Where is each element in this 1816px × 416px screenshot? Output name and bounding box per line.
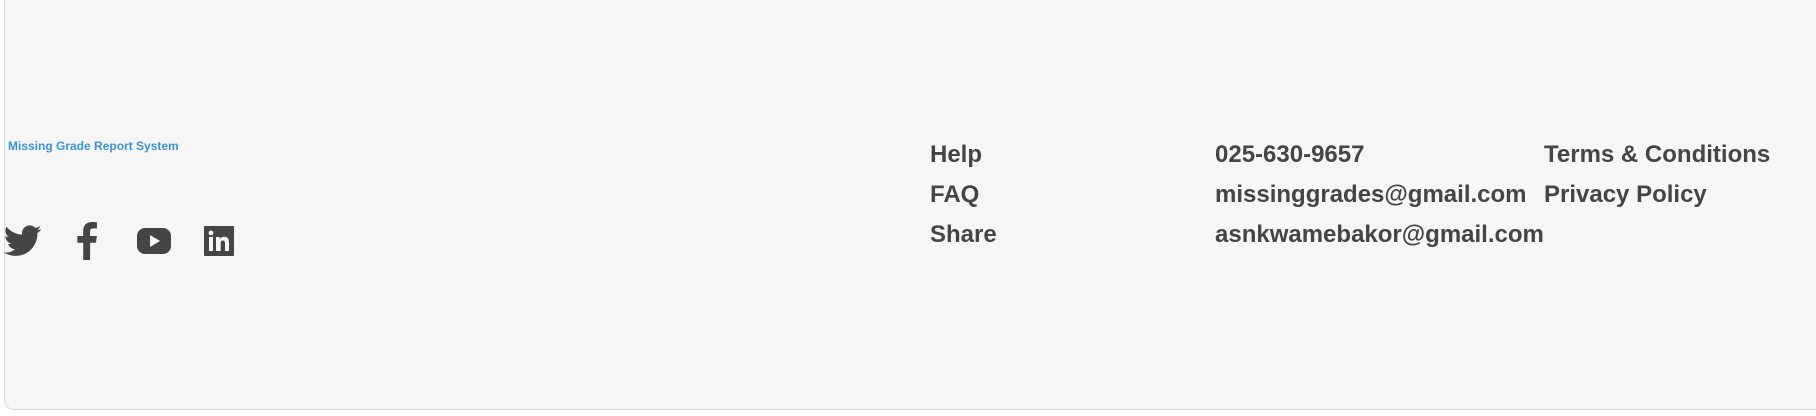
contact-phone: 025-630-9657: [1215, 141, 1365, 168]
privacy-link[interactable]: Privacy Policy: [1544, 180, 1770, 220]
share-link[interactable]: Share: [930, 220, 997, 260]
contact-email-secondary[interactable]: asnkwamebakor@gmail.com: [1215, 220, 1544, 260]
linkedin-icon: [204, 226, 234, 256]
youtube-icon: [137, 228, 171, 254]
terms-link[interactable]: Terms & Conditions: [1544, 140, 1770, 180]
facebook-link[interactable]: [72, 222, 102, 260]
twitter-link[interactable]: [3, 222, 43, 260]
twitter-icon: [4, 225, 42, 257]
linkedin-link[interactable]: [202, 222, 236, 260]
contact-email-primary[interactable]: missinggrades@gmail.com: [1215, 180, 1544, 220]
footer-links-column: Help FAQ Share: [930, 140, 997, 260]
youtube-link[interactable]: [134, 222, 174, 260]
help-link[interactable]: Help: [930, 140, 997, 180]
footer-legal-column: Terms & Conditions Privacy Policy: [1544, 140, 1770, 220]
facebook-icon: [76, 222, 98, 260]
faq-link[interactable]: FAQ: [930, 180, 997, 220]
footer-contact-column: 025-630-9657 missinggrades@gmail.com asn…: [1215, 140, 1544, 260]
brand-name[interactable]: Missing Grade Report System: [8, 139, 179, 153]
